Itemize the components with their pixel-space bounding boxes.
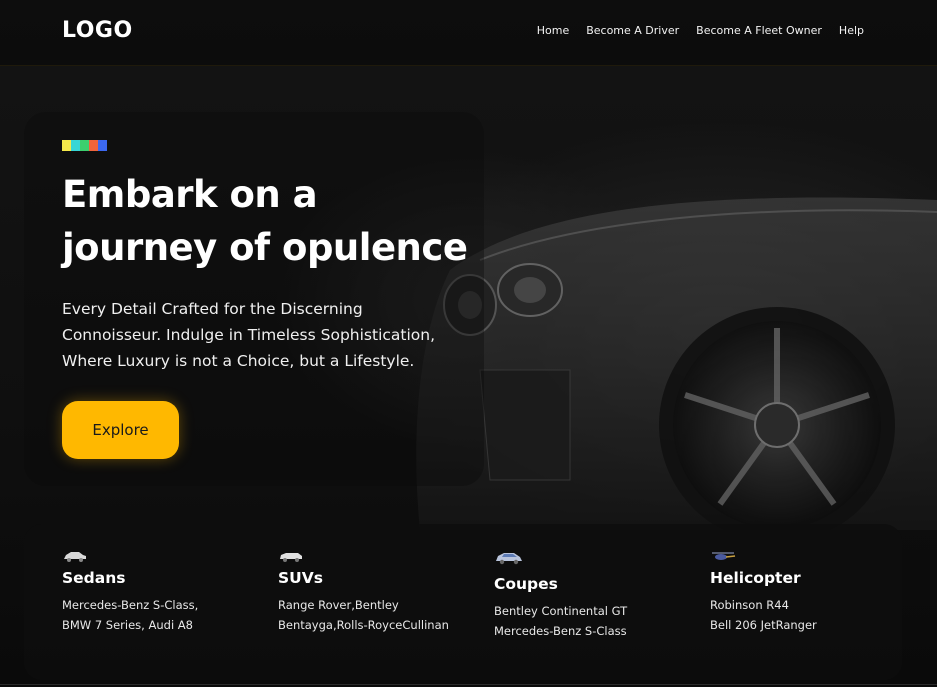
hero-description: Every Detail Crafted for the Discerning …	[62, 300, 436, 370]
accent-swatch-orange	[89, 140, 98, 151]
category-model-line: Robinson R44	[710, 598, 789, 612]
category-title: Helicopter	[710, 569, 801, 587]
category-title: Sedans	[62, 569, 126, 587]
category-title: Coupes	[494, 575, 558, 593]
accent-swatch-cyan	[71, 140, 80, 151]
category-model-line: BMW 7 Series, Audi A8	[62, 618, 193, 632]
nav-links: Home Become A Driver Become A Fleet Owne…	[537, 24, 864, 37]
category-models: Range Rover,Bentley Bentayga,Rolls-Royce…	[278, 595, 478, 635]
category-model-line: Mercedes-Benz S-Class	[494, 624, 627, 638]
suv-car-icon	[280, 553, 302, 562]
hero-title: Embark on a journey of opulence	[62, 173, 468, 269]
category-models: Bentley Continental GT Mercedes-Benz S-C…	[494, 601, 694, 641]
coupe-car-icon	[496, 553, 522, 565]
logo[interactable]: LOGO	[62, 18, 133, 43]
category-model-line: Mercedes-Benz S-Class,	[62, 598, 199, 612]
sedan-car-icon	[64, 552, 86, 562]
accent-swatch-blue	[98, 140, 107, 151]
category-coupes[interactable]: Coupes Bentley Continental GT Mercedes-B…	[494, 549, 694, 641]
category-title: SUVs	[278, 569, 323, 587]
category-helicopter[interactable]: Helicopter Robinson R44 Bell 206 JetRang…	[710, 549, 910, 635]
bottom-divider	[0, 684, 937, 685]
explore-button[interactable]: Explore	[62, 401, 179, 459]
category-model-line: Bentayga,Rolls-RoyceCullinan	[278, 618, 449, 632]
category-sedans[interactable]: Sedans Mercedes-Benz S-Class, BMW 7 Seri…	[62, 549, 262, 635]
nav-link-home[interactable]: Home	[537, 24, 569, 37]
helicopter-icon	[712, 552, 736, 560]
category-model-line: Range Rover,Bentley	[278, 598, 399, 612]
nav-link-become-fleet-owner[interactable]: Become A Fleet Owner	[696, 24, 822, 37]
category-suvs[interactable]: SUVs Range Rover,Bentley Bentayga,Rolls-…	[278, 549, 478, 635]
top-navbar: LOGO Home Become A Driver Become A Fleet…	[0, 0, 937, 66]
category-models: Mercedes-Benz S-Class, BMW 7 Series, Aud…	[62, 595, 262, 635]
nav-link-become-driver[interactable]: Become A Driver	[586, 24, 679, 37]
accent-swatch-yellow	[62, 140, 71, 151]
category-model-line: Bentley Continental GT	[494, 604, 628, 618]
category-model-line: Bell 206 JetRanger	[710, 618, 817, 632]
category-models: Robinson R44 Bell 206 JetRanger	[710, 595, 910, 635]
accent-swatch-green	[80, 140, 89, 151]
color-accent-strip	[62, 140, 107, 151]
nav-link-help[interactable]: Help	[839, 24, 864, 37]
